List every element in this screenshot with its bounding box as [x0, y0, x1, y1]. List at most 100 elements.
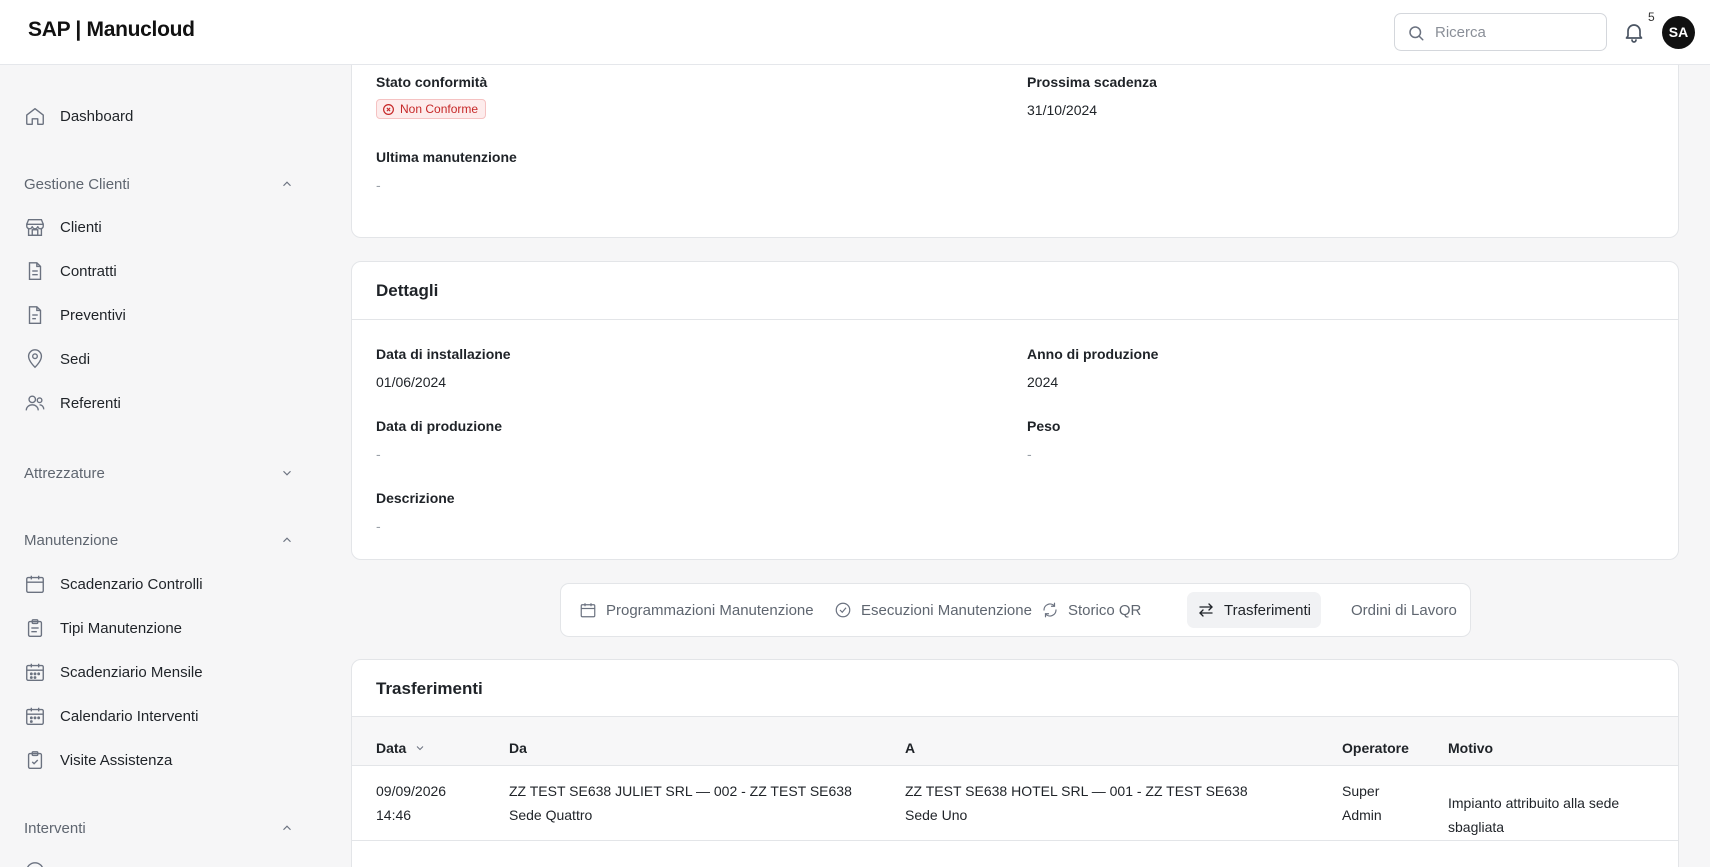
prossima-scadenza-value: 31/10/2024 — [1027, 102, 1098, 118]
tab-label: Ordini di Lavoro — [1351, 601, 1457, 619]
search-input[interactable] — [1435, 22, 1595, 42]
cell-line: 14:46 — [376, 807, 412, 823]
sidebar-item-scadenziario-mensile[interactable]: Scadenziario Mensile — [24, 657, 294, 687]
sidebar-item-tipi-manutenzione[interactable]: Tipi Manutenzione — [24, 613, 294, 643]
status-badge: Non Conforme — [376, 99, 487, 119]
cell-line: ZZ TEST SE638 HOTEL SRL — 001 - ZZ TEST … — [905, 783, 1248, 799]
card-title: Dettagli — [376, 281, 439, 300]
column-label: Data — [376, 740, 407, 756]
sidebar-item-contratti[interactable]: Contratti — [24, 256, 294, 286]
sidebar-item-label: Calendario Interventi — [60, 707, 199, 725]
section-interventi[interactable]: Interventi — [24, 815, 294, 841]
tab-programmazioni-manutenzione[interactable]: Programmazioni Manutenzione — [569, 592, 824, 628]
main-content: Stato conformità Non Conforme Prossima s… — [310, 65, 1710, 867]
calendar-icon — [26, 575, 44, 593]
calendar-icon — [580, 603, 596, 618]
dettagli-card: Dettagli Data di installazione 01/06/202… — [351, 261, 1679, 560]
column-header-motivo: Motivo — [1448, 740, 1494, 756]
divider — [352, 319, 1678, 320]
tab-storico-qr[interactable]: Storico QR — [1031, 592, 1151, 628]
column-header-data[interactable]: Data — [376, 740, 426, 756]
sidebar-item-label: Tipi Manutenzione — [60, 619, 183, 637]
section-title: Attrezzature — [24, 464, 105, 482]
top-bar: SAP | Manucloud 5 SA — [0, 0, 1710, 65]
cell-line: Sede Quattro — [509, 807, 593, 823]
anno-produzione-label: Anno di produzione — [1027, 346, 1159, 362]
prossima-scadenza-label: Prossima scadenza — [1027, 74, 1157, 90]
sidebar-item-sedi[interactable]: Sedi — [24, 344, 294, 374]
section-gestione-clienti[interactable]: Gestione Clienti — [24, 171, 294, 197]
data-installazione-label: Data di installazione — [376, 346, 511, 362]
descrizione-value: - — [376, 518, 381, 534]
tab-trasferimenti[interactable]: Trasferimenti — [1187, 592, 1321, 628]
sidebar-item-label: Visite Assistenza — [60, 751, 173, 769]
tab-esecuzioni-manutenzione[interactable]: Esecuzioni Manutenzione — [824, 592, 1042, 628]
cell-motivo: Impianto attribuito alla sede sbagliata — [1448, 795, 1620, 835]
bell-icon[interactable] — [1622, 20, 1646, 44]
tab-label: Esecuzioni Manutenzione — [861, 601, 1032, 619]
map-pin-icon — [27, 349, 43, 369]
cell-operatore: Super Admin — [1342, 779, 1382, 827]
tab-label: Programmazioni Manutenzione — [606, 601, 814, 619]
stato-conformita-label: Stato conformità — [376, 74, 488, 90]
section-manutenzione[interactable]: Manutenzione — [24, 527, 294, 553]
table-header: Data Da A Operatore Motivo — [352, 717, 1678, 765]
store-icon — [26, 218, 44, 236]
brand-logo[interactable]: SAP | Manucloud — [28, 18, 195, 42]
calendar-grid-icon — [26, 663, 44, 681]
tab-ordini-di-lavoro[interactable]: Ordini di Lavoro — [1341, 592, 1467, 628]
anno-produzione-value: 2024 — [1027, 374, 1059, 390]
calendar-grid-icon — [26, 707, 44, 725]
transfer-icon — [1199, 603, 1213, 617]
status-card: Stato conformità Non Conforme Prossima s… — [351, 65, 1679, 238]
cell-line: 09/09/2026 — [376, 783, 447, 799]
section-title: Interventi — [24, 819, 86, 837]
descrizione-label: Descrizione — [376, 490, 455, 506]
cell-line: ZZ TEST SE638 JULIET SRL — 002 - ZZ TEST… — [509, 783, 852, 799]
section-attrezzature[interactable]: Attrezzature — [24, 460, 294, 486]
cell-a: ZZ TEST SE638 HOTEL SRL — 001 - ZZ TEST … — [905, 779, 1248, 827]
column-header-da: Da — [509, 740, 527, 756]
table-row[interactable]: 09/09/2026 14:46 ZZ TEST SE638 JULIET SR… — [352, 766, 1678, 840]
document-icon — [28, 306, 42, 324]
tab-label: Trasferimenti — [1224, 601, 1311, 619]
ultima-manutenzione-label: Ultima manutenzione — [376, 149, 517, 165]
sidebar: Dashboard Gestione Clienti Clienti Contr… — [0, 65, 310, 867]
section-title: Manutenzione — [24, 531, 119, 549]
search-box[interactable] — [1394, 13, 1607, 51]
chevron-down-icon — [417, 746, 424, 751]
document-icon — [28, 262, 42, 280]
column-header-operatore: Operatore — [1342, 740, 1409, 756]
sidebar-item-dashboard[interactable]: Dashboard — [24, 101, 294, 131]
sidebar-item-label: Preventivi — [60, 306, 126, 324]
peso-value: - — [1027, 446, 1032, 462]
home-icon — [26, 107, 44, 125]
sidebar-item-referenti[interactable]: Referenti — [24, 388, 294, 418]
sidebar-item-label: Scadenzario Controlli — [60, 575, 203, 593]
sidebar-item-label: Scadenziario Mensile — [60, 663, 203, 681]
clipboard-check-icon — [27, 751, 43, 769]
status-badge-text: Non Conforme — [400, 102, 479, 116]
sidebar-item-label: Sedi — [60, 350, 91, 368]
sidebar-item-calendario-interventi[interactable]: Calendario Interventi — [24, 701, 294, 731]
cell-da: ZZ TEST SE638 JULIET SRL — 002 - ZZ TEST… — [509, 779, 852, 827]
sidebar-item-scadenzario-controlli[interactable]: Scadenzario Controlli — [24, 569, 294, 599]
section-title: Gestione Clienti — [24, 175, 130, 193]
tab-bar: Programmazioni Manutenzione Esecuzioni M… — [560, 583, 1471, 637]
sidebar-item-visite-assistenza[interactable]: Visite Assistenza — [24, 745, 294, 775]
sidebar-item-label: Contratti — [60, 262, 117, 280]
chevron-up-icon — [283, 825, 291, 831]
tab-label: Storico QR — [1068, 601, 1142, 619]
search-icon — [1409, 26, 1424, 41]
clipboard-icon — [27, 619, 43, 637]
cell-line: Admin — [1342, 807, 1382, 823]
notification-count: 5 — [1648, 10, 1655, 24]
sidebar-item-clienti[interactable]: Clienti — [24, 212, 294, 242]
avatar[interactable]: SA — [1662, 16, 1695, 49]
chevron-up-icon — [283, 537, 291, 543]
cell-data: 09/09/2026 14:46 — [376, 779, 446, 827]
sidebar-item-preventivi[interactable]: Preventivi — [24, 300, 294, 330]
cell-line: Sede Uno — [905, 807, 968, 823]
chevron-up-icon — [283, 181, 291, 187]
sidebar-item-label: Referenti — [60, 394, 121, 412]
